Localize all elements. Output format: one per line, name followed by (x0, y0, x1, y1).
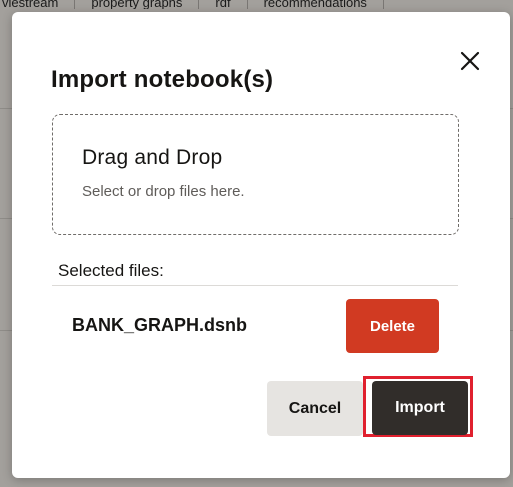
background-tab: recommendations (248, 0, 384, 9)
dialog-title: Import notebook(s) (51, 66, 274, 93)
background-tab: property graphs (75, 0, 200, 9)
background-tab-bar: viestream property graphs rdf recommenda… (0, 0, 513, 12)
background-tab: viestream (0, 0, 76, 9)
selected-file-name: BANK_GRAPH.dsnb (72, 315, 248, 335)
close-icon (460, 51, 480, 71)
file-drop-zone[interactable]: Drag and Drop Select or drop files here. (52, 114, 459, 235)
drop-zone-title: Drag and Drop (82, 146, 223, 169)
background-tab: rdf (199, 0, 248, 9)
close-button[interactable] (458, 49, 482, 73)
selected-files-label: Selected files: (58, 261, 164, 280)
cancel-button[interactable]: Cancel (267, 381, 363, 436)
delete-file-button[interactable]: Delete (346, 299, 439, 353)
selected-files-divider (52, 285, 458, 286)
import-dialog: Import notebook(s) Drag and Drop Select … (12, 12, 510, 478)
drop-zone-subtitle: Select or drop files here. (82, 183, 245, 200)
import-button[interactable]: Import (372, 381, 468, 435)
